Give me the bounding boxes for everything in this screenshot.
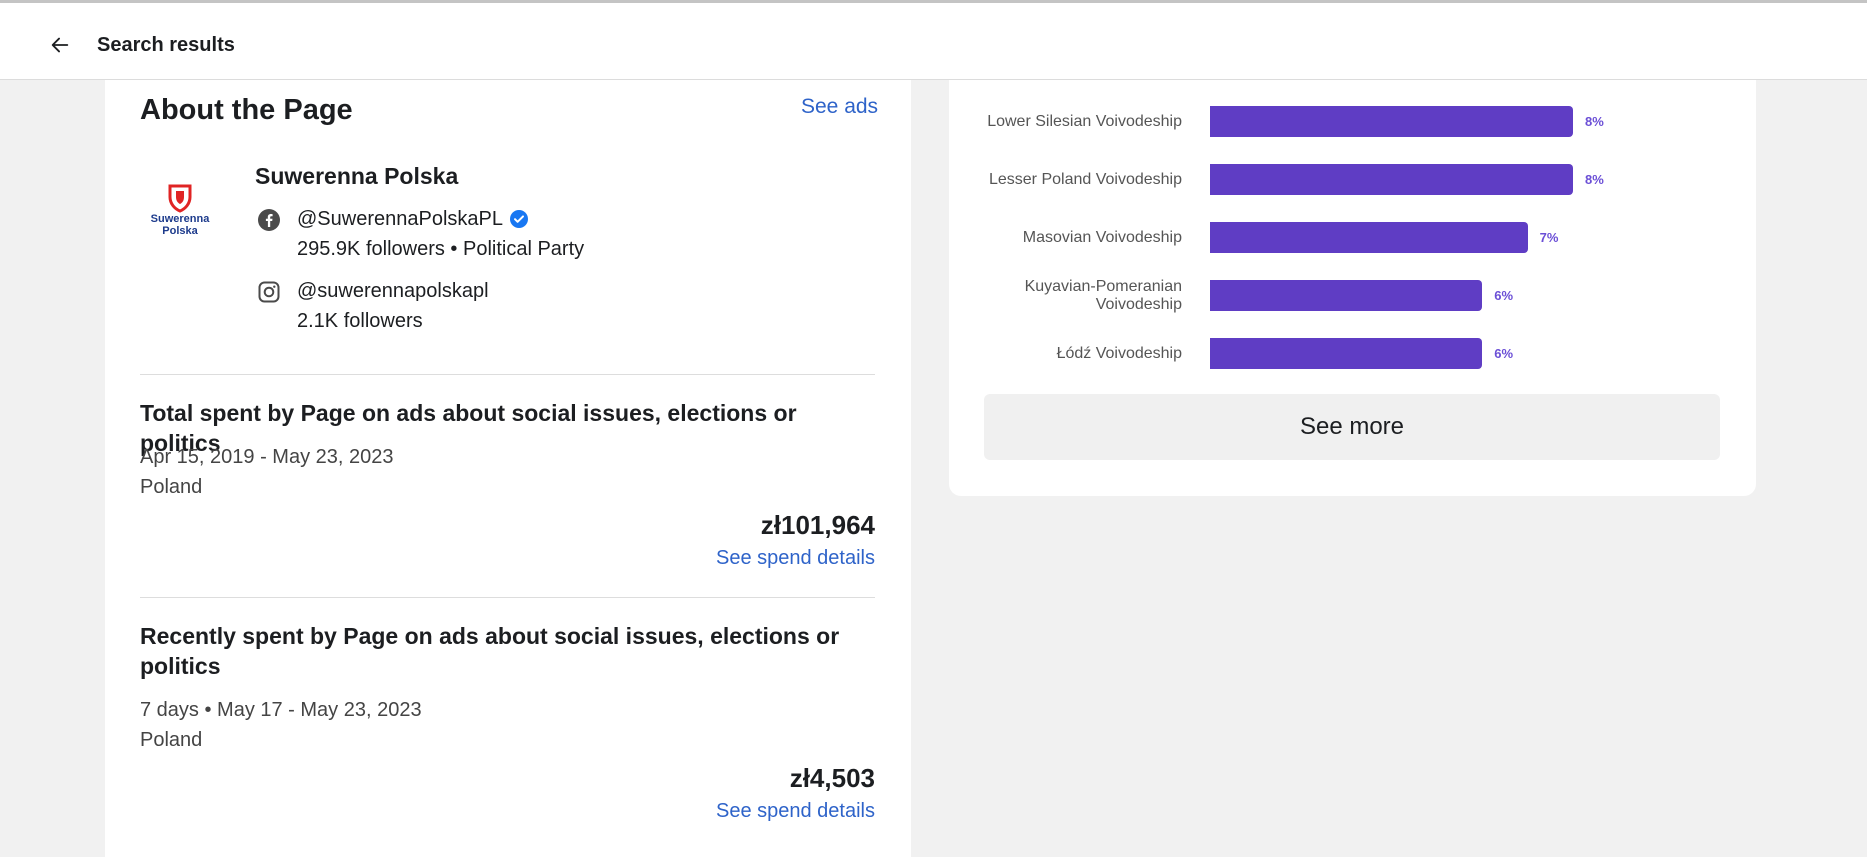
recent-spent-date-range: 7 days • May 17 - May 23, 2023 bbox=[140, 699, 422, 721]
see-more-button[interactable]: See more bbox=[984, 394, 1720, 460]
bar-value-label: 6% bbox=[1494, 346, 1514, 361]
page-name: Suwerenna Polska bbox=[255, 163, 459, 189]
divider bbox=[140, 597, 875, 598]
verified-badge-icon bbox=[509, 209, 529, 229]
logo-line-1: Suwerenna bbox=[150, 213, 210, 225]
bar-category-label: Kuyavian-Pomeranian Voivodeship bbox=[1024, 277, 1182, 313]
page-logo: Suwerenna Polska bbox=[140, 170, 220, 250]
bar-1 bbox=[1210, 106, 1573, 137]
bar-category-label: Lower Silesian Voivodeship bbox=[987, 112, 1182, 130]
recent-spent-amount: zł4,503 bbox=[789, 763, 875, 793]
instagram-followers: 2.1K followers bbox=[297, 310, 423, 332]
instagram-handle[interactable]: @suwerennapolskapl bbox=[297, 276, 489, 306]
facebook-handle-text: @SuwerennaPolskaPL bbox=[297, 208, 503, 230]
back-button[interactable] bbox=[46, 31, 74, 59]
bar-2 bbox=[1210, 164, 1573, 195]
recent-spend-details-link[interactable]: See spend details bbox=[716, 796, 875, 826]
facebook-row: @SuwerennaPolskaPL 295.9K followers • Po… bbox=[255, 204, 584, 264]
about-page-card: About the Page See ads Suwerenna Polska … bbox=[105, 80, 911, 857]
bar-category-label: Łódź Voivodeship bbox=[1056, 344, 1182, 362]
header-title: Search results bbox=[97, 34, 235, 56]
recent-spent-region: Poland bbox=[140, 729, 203, 751]
bar-value-label: 8% bbox=[1585, 172, 1604, 187]
bar-category-label: Masovian Voivodeship bbox=[1022, 228, 1182, 246]
arrow-left-icon bbox=[51, 37, 69, 53]
bar-value-label: 7% bbox=[1539, 230, 1559, 245]
about-title: About the Page bbox=[140, 94, 353, 126]
header-bar: Search results bbox=[0, 3, 1867, 80]
recent-spent-title: Recently spent by Page on ads about soci… bbox=[140, 623, 840, 679]
bar-3 bbox=[1210, 222, 1528, 253]
divider bbox=[140, 374, 875, 375]
total-spent-date-range: Apr 15, 2019 - May 23, 2023 bbox=[140, 446, 394, 468]
bar-value-label: 8% bbox=[1585, 114, 1604, 129]
total-spent-amount: zł101,964 bbox=[760, 510, 875, 540]
total-spent-region: Poland bbox=[140, 476, 203, 498]
total-spend-details-link[interactable]: See spend details bbox=[716, 543, 875, 573]
logo-line-2: Polska bbox=[162, 225, 198, 237]
instagram-row: @suwerennapolskapl 2.1K followers bbox=[255, 276, 489, 336]
bar-value-label: 6% bbox=[1494, 288, 1514, 303]
facebook-followers: 295.9K followers • Political Party bbox=[297, 238, 585, 260]
see-ads-link[interactable]: See ads bbox=[801, 92, 878, 122]
bar-4 bbox=[1210, 280, 1483, 311]
bar-category-label: Lesser Poland Voivodeship bbox=[988, 170, 1182, 188]
regions-chart-card: Lower Silesian Voivodeship 8% Lesser Polan… bbox=[949, 80, 1756, 496]
instagram-icon bbox=[255, 278, 283, 306]
shield-logo-icon bbox=[168, 184, 192, 213]
facebook-icon bbox=[255, 206, 283, 234]
facebook-handle[interactable]: @SuwerennaPolskaPL bbox=[297, 204, 584, 234]
bar-5 bbox=[1210, 338, 1483, 369]
